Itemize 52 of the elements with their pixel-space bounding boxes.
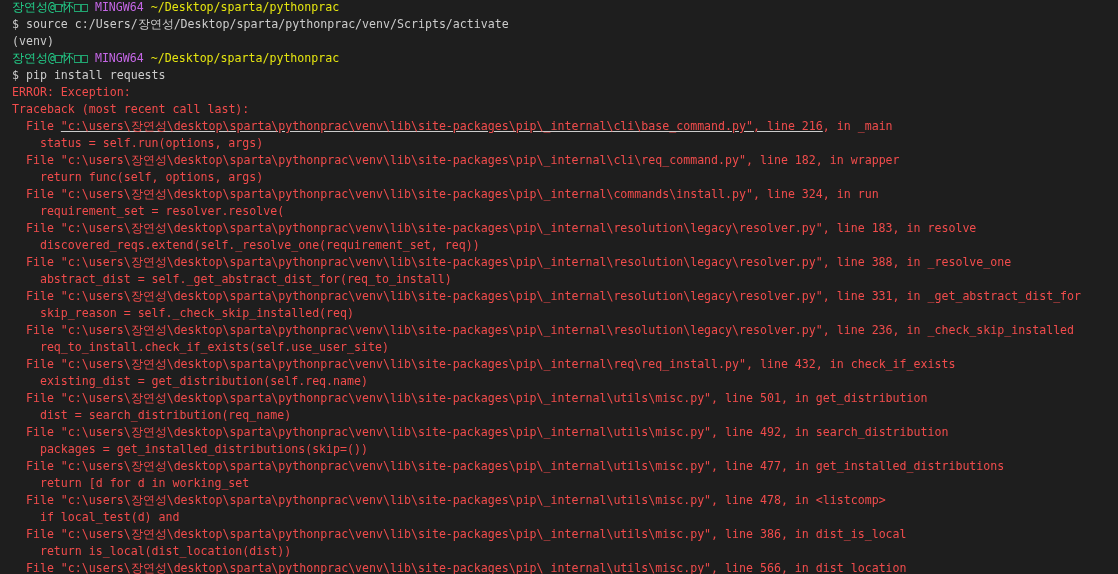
code-line: return is_local(dist_location(dist))	[38, 544, 292, 558]
file-link[interactable]: "c:\users\장연성\desktop\sparta\pythonprac\venv\lib\site-packages\pip\_internal\cli\req_command.py", line 182	[60, 153, 816, 167]
traceback-line: File "c:\users\장연성\desktop\sparta\pythonprac\venv\lib\site-packages\pip\_internal\req\req_install.py", line 432, in check_if_exists	[24, 357, 956, 371]
traceback-line: File "c:\users\장연성\desktop\sparta\pythonprac\venv\lib\site-packages\pip\_internal\utils\misc.py", line 501, in get_distribution	[24, 391, 928, 405]
code-line: return func(self, options, args)	[38, 170, 264, 184]
file-link[interactable]: "c:\users\장연성\desktop\sparta\pythonprac\venv\lib\site-packages\pip\_internal\req\req_install.py", line 432	[60, 357, 816, 371]
error-line: ERROR: Exception:	[12, 85, 131, 99]
traceback-line: File "c:\users\장연성\desktop\sparta\pythonprac\venv\lib\site-packages\pip\_internal\commands\install.py", line 324, in run	[24, 187, 879, 201]
traceback-line: File "c:\users\장연성\desktop\sparta\pythonprac\venv\lib\site-packages\pip\_internal\utils\misc.py", line 477, in get_installed_distributions	[24, 459, 1005, 473]
file-link[interactable]: "c:\users\장연성\desktop\sparta\pythonprac\venv\lib\site-packages\pip\_internal\commands\install.py", line 324	[60, 187, 823, 201]
code-line: req_to_install.check_if_exists(self.use_user_site)	[38, 340, 389, 354]
file-link[interactable]: "c:\users\장연성\desktop\sparta\pythonprac\venv\lib\site-packages\pip\_internal\utils\misc.py", line 477	[60, 459, 781, 473]
prompt-user: 장연성@□怀□□	[12, 0, 88, 14]
traceback-line: File "c:\users\장연성\desktop\sparta\pythonprac\venv\lib\site-packages\pip\_internal\utils\misc.py", line 386, in dist_is_local	[24, 527, 907, 541]
prompt-user: 장연성@□怀□□	[12, 51, 88, 65]
prompt-system: MINGW64	[94, 0, 144, 14]
code-line: dist = search_distribution(req_name)	[38, 408, 292, 422]
traceback-line: File "c:\users\장연성\desktop\sparta\pythonprac\venv\lib\site-packages\pip\_internal\utils\misc.py", line 566, in dist_location	[24, 561, 907, 574]
traceback-line: File "c:\users\장연성\desktop\sparta\pythonprac\venv\lib\site-packages\pip\_internal\resolution\legacy\resolver.py", line 183, in resolve	[24, 221, 977, 235]
file-link[interactable]: "c:\users\장연성\desktop\sparta\pythonprac\venv\lib\site-packages\pip\_internal\utils\misc.py", line 386	[60, 527, 781, 541]
file-link[interactable]: "c:\users\장연성\desktop\sparta\pythonprac\venv\lib\site-packages\pip\_internal\utils\misc.py", line 492	[60, 425, 781, 439]
code-line: return [d for d in working_set	[38, 476, 250, 490]
file-link[interactable]: "c:\users\장연성\desktop\sparta\pythonprac\venv\lib\site-packages\pip\_internal\cli\base_command.py", line 216	[60, 119, 823, 133]
command-line: $ pip install requests	[12, 68, 166, 82]
command-line: $ source c:/Users/장연성/Desktop/sparta/pythonprac/venv/Scripts/activate	[12, 17, 509, 31]
code-line: status = self.run(options, args)	[38, 136, 264, 150]
traceback-line: File "c:\users\장연성\desktop\sparta\pythonprac\venv\lib\site-packages\pip\_internal\resolution\legacy\resolver.py", line 388, in _resolve_one	[24, 255, 1012, 269]
traceback-line: File "c:\users\장연성\desktop\sparta\pythonprac\venv\lib\site-packages\pip\_internal\resolution\legacy\resolver.py", line 236, in _check_skip_installed	[24, 323, 1075, 337]
traceback-line: File "c:\users\장연성\desktop\sparta\pythonprac\venv\lib\site-packages\pip\_internal\cli\req_command.py", line 182, in wrapper	[24, 153, 900, 167]
file-link[interactable]: "c:\users\장연성\desktop\sparta\pythonprac\venv\lib\site-packages\pip\_internal\utils\misc.py", line 566	[60, 561, 781, 574]
file-link[interactable]: "c:\users\장연성\desktop\sparta\pythonprac\venv\lib\site-packages\pip\_internal\resolution\legacy\resolver.py", line 331	[60, 289, 893, 303]
output-line: (venv)	[12, 34, 54, 48]
code-line: existing_dist = get_distribution(self.req.name)	[38, 374, 368, 388]
traceback-line: File "c:\users\장연성\desktop\sparta\pythonprac\venv\lib\site-packages\pip\_internal\resolution\legacy\resolver.py", line 331, in _get_abstract_dist_for	[24, 289, 1082, 303]
traceback-line: File "c:\users\장연성\desktop\sparta\pythonprac\venv\lib\site-packages\pip\_internal\utils\misc.py", line 492, in search_distribution	[24, 425, 949, 439]
code-line: abstract_dist = self._get_abstract_dist_for(req_to_install)	[38, 272, 452, 286]
file-link[interactable]: "c:\users\장연성\desktop\sparta\pythonprac\venv\lib\site-packages\pip\_internal\utils\misc.py", line 501	[60, 391, 781, 405]
file-link[interactable]: "c:\users\장연성\desktop\sparta\pythonprac\venv\lib\site-packages\pip\_internal\utils\misc.py", line 478	[60, 493, 781, 507]
prompt-path: ~/Desktop/sparta/pythonprac	[150, 51, 340, 65]
prompt-path: ~/Desktop/sparta/pythonprac	[150, 0, 340, 14]
traceback-line: File "c:\users\장연성\desktop\sparta\pythonprac\venv\lib\site-packages\pip\_internal\utils\misc.py", line 478, in <listcomp>	[24, 493, 886, 507]
file-link[interactable]: "c:\users\장연성\desktop\sparta\pythonprac\venv\lib\site-packages\pip\_internal\resolution\legacy\resolver.py", line 183	[60, 221, 893, 235]
code-line: requirement_set = resolver.resolve(	[38, 204, 285, 218]
file-link[interactable]: "c:\users\장연성\desktop\sparta\pythonprac\venv\lib\site-packages\pip\_internal\resolution\legacy\resolver.py", line 388	[60, 255, 893, 269]
code-line: packages = get_installed_distributions(skip=())	[38, 442, 368, 456]
code-line: if local_test(d) and	[38, 510, 180, 524]
code-line: skip_reason = self._check_skip_installed(req)	[38, 306, 354, 320]
code-line: discovered_reqs.extend(self._resolve_one(requirement_set, req))	[38, 238, 480, 252]
prompt-system: MINGW64	[94, 51, 144, 65]
error-line: Traceback (most recent call last):	[12, 102, 250, 116]
traceback-line: File "c:\users\장연성\desktop\sparta\pythonprac\venv\lib\site-packages\pip\_internal\cli\base_command.py", line 216, in _main	[24, 119, 893, 133]
file-link[interactable]: "c:\users\장연성\desktop\sparta\pythonprac\venv\lib\site-packages\pip\_internal\resolution\legacy\resolver.py", line 236	[60, 323, 893, 337]
